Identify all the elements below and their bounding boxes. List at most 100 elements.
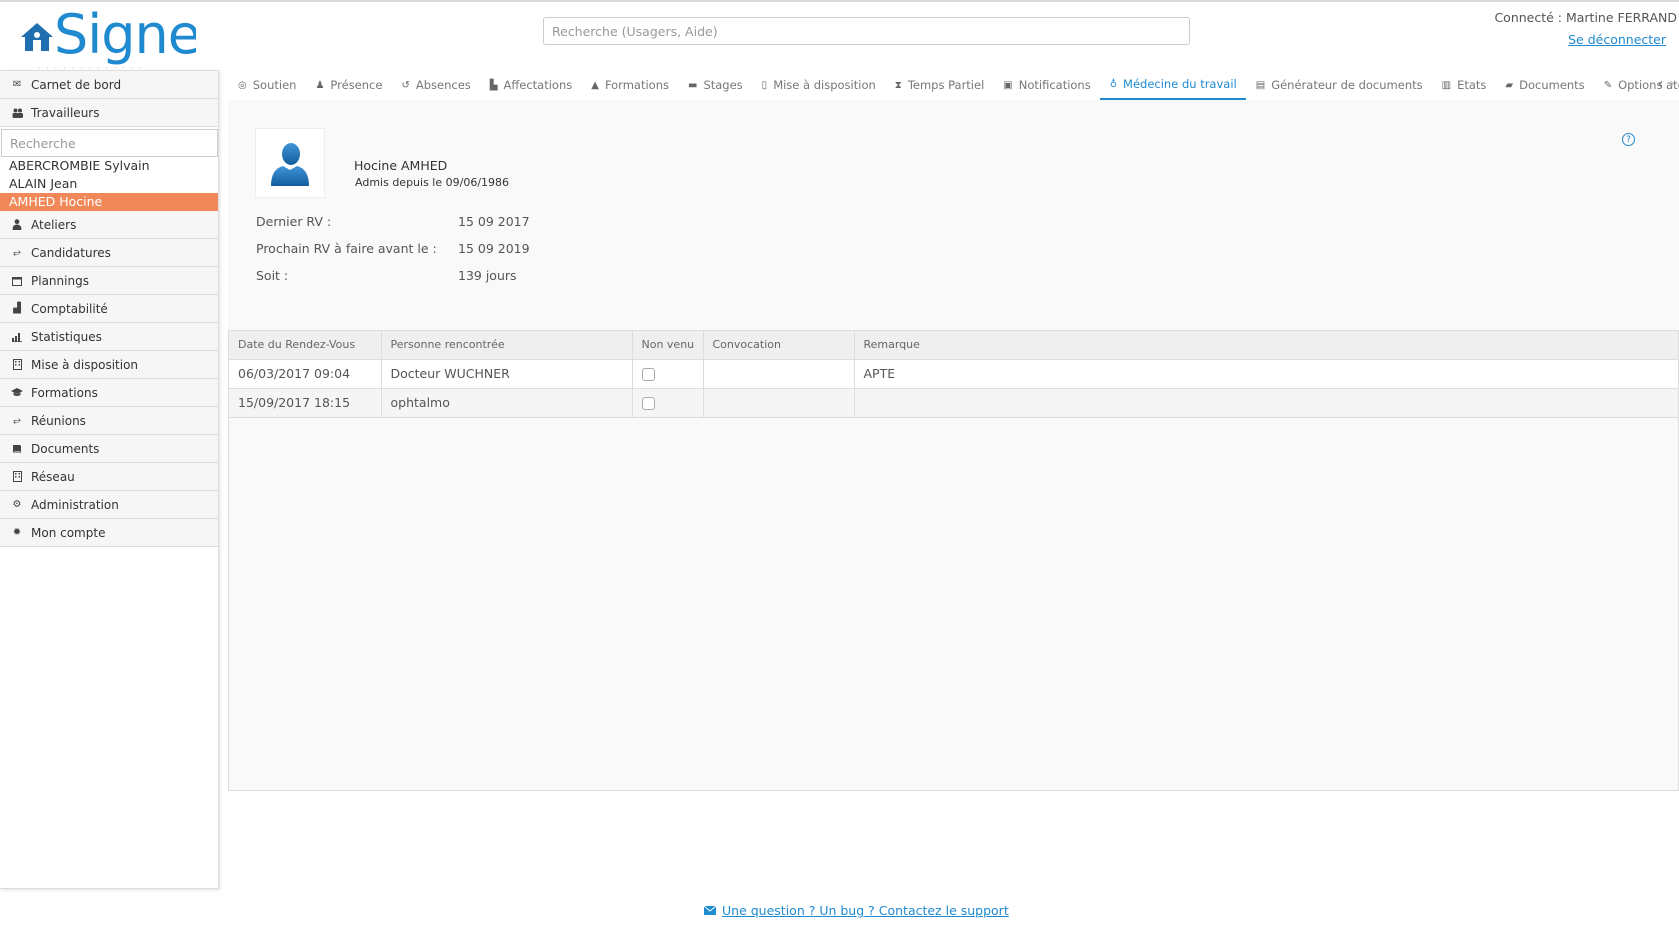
file-icon: ▤ [1255, 79, 1266, 91]
connected-user: Connecté : Martine FERRAND [1494, 10, 1677, 25]
sidebar-item-label: Travailleurs [31, 105, 100, 120]
tab-label: Médecine du travail [1123, 77, 1237, 91]
tab-label: Soutien [252, 78, 297, 92]
sidebar-item-formations[interactable]: Formations [0, 379, 218, 407]
sidebar-item-comptabilite[interactable]: ▟ Comptabilité [0, 295, 218, 323]
sidebar-item-label: Administration [31, 497, 119, 512]
handshake-icon: ⥂ [13, 415, 21, 426]
tab-label: Formations [604, 78, 669, 92]
tab-label: Temps Partiel [907, 78, 985, 92]
book-icon [10, 442, 24, 456]
rv-person: ophtalmo [381, 388, 633, 418]
sidebar-item-carnet-de-bord[interactable]: ✉ Carnet de bord [0, 71, 218, 99]
sidebar-item-travailleurs[interactable]: Travailleurs [0, 99, 218, 127]
tab-bar: ◎ Soutien ♟ Présence ↺ Absences ▙ Affectatio… [228, 70, 1679, 100]
sidebar-item-documents[interactable]: Documents [0, 435, 218, 463]
column-header[interactable]: Non venu [632, 331, 704, 360]
house-icon [21, 23, 53, 51]
sidebar: ✉ Carnet de bord Travailleurs ABERCROMBI… [0, 70, 219, 889]
calculator-icon: ▟ [13, 303, 21, 314]
admission-date: Admis depuis le 09/06/1986 [355, 176, 510, 189]
sidebar-item-mon-compte[interactable]: ✹ Mon compte [0, 519, 218, 547]
sidebar-item-statistiques[interactable]: Statistiques [0, 323, 218, 351]
support-link[interactable]: Une question ? Un bug ? Contactez le sup… [722, 903, 1009, 918]
sidebar-item-label: Formations [31, 385, 98, 400]
tab-scroll-arrows: ‹ › [1658, 76, 1675, 92]
sidebar-item-ateliers[interactable]: Ateliers [0, 211, 218, 239]
tab-label: Affectations [503, 78, 573, 92]
chevron-left-icon[interactable]: ‹ [1658, 76, 1664, 92]
calendar-icon: ▣ [1003, 79, 1013, 91]
column-header[interactable]: Remarque [854, 331, 1678, 360]
sidebar-item-plannings[interactable]: Plannings [0, 267, 218, 295]
global-search-input[interactable] [543, 17, 1190, 45]
table-row[interactable]: 06/03/2017 09:04 Docteur WUCHNER APTE [229, 359, 1678, 389]
next-rv-value: 15 09 2019 [458, 241, 530, 256]
tab-label: Absences [415, 78, 471, 92]
worker-item-selected[interactable]: AMHED Hocine [0, 193, 218, 211]
column-header[interactable]: Date du Rendez-Vous [229, 331, 382, 360]
tab-soutien[interactable]: ◎ Soutien [228, 70, 305, 100]
industry-icon: ▙ [489, 79, 498, 91]
sidebar-item-administration[interactable]: ⚙ Administration [0, 491, 218, 519]
tab-formations[interactable]: ▲ Formations [581, 70, 678, 100]
soit-label: Soit : [256, 268, 289, 283]
user-silhouette-icon [271, 143, 309, 186]
tab-label: Documents [1519, 78, 1585, 92]
help-icon[interactable]: ? [1622, 133, 1635, 146]
users-icon [10, 106, 24, 120]
sidebar-item-reseau[interactable]: Réseau [0, 463, 218, 491]
sidebar-item-candidatures[interactable]: ⥂ Candidatures [0, 239, 218, 267]
sidebar-item-label: Plannings [31, 273, 89, 288]
sidebar-item-label: Réseau [31, 469, 75, 484]
chevron-right-icon[interactable]: › [1669, 76, 1675, 92]
no-show-checkbox[interactable] [641, 397, 655, 410]
tab-stages[interactable]: ▬ Stages [678, 70, 752, 100]
app-logo[interactable]: Signe · · · · · · · · · · · · · [12, 4, 196, 70]
tab-label: Stages [703, 78, 743, 92]
rv-date: 06/03/2017 09:04 [229, 359, 382, 389]
column-header[interactable]: Convocation [703, 331, 855, 360]
tab-label: Présence [330, 78, 383, 92]
graduation-cap-icon [10, 386, 24, 400]
tab-absences[interactable]: ↺ Absences [391, 70, 479, 100]
hourglass-icon: ⧗ [894, 79, 902, 91]
sidebar-item-label: Réunions [31, 413, 86, 428]
tab-label: Notifications [1018, 78, 1091, 92]
wrench-icon: ✎ [1603, 79, 1613, 91]
no-show-cell [632, 359, 704, 389]
tab-etats[interactable]: ▥ Etats [1432, 70, 1496, 100]
life-ring-icon: ◎ [238, 79, 247, 91]
rv-remark: APTE [854, 359, 1678, 389]
tab-medecine-du-travail[interactable]: ♁ Médecine du travail [1099, 70, 1246, 100]
table-row[interactable]: 15/09/2017 18:15 ophtalmo [229, 388, 1678, 418]
rv-remark [854, 388, 1678, 418]
top-border [0, 0, 1679, 2]
tab-temps-partiel[interactable]: ⧗ Temps Partiel [885, 70, 994, 100]
sidebar-item-mise-a-disposition[interactable]: Mise à disposition [0, 351, 218, 379]
tab-documents[interactable]: ▰ Documents [1495, 70, 1593, 100]
no-show-checkbox[interactable] [641, 368, 655, 381]
soit-value: 139 jours [458, 268, 517, 283]
tab-notifications[interactable]: ▣ Notifications [993, 70, 1099, 100]
tab-generateur-de-documents[interactable]: ▤ Générateur de documents [1246, 70, 1432, 100]
gear-icon: ✹ [12, 527, 22, 538]
sidebar-item-label: Ateliers [31, 217, 77, 232]
calendar-icon [10, 274, 24, 288]
logo-text: Signe [54, 4, 196, 66]
worker-item[interactable]: ABERCROMBIE Sylvain [0, 157, 218, 175]
person-name: Hocine AMHED [354, 158, 448, 173]
worker-item[interactable]: ALAIN Jean [0, 175, 218, 193]
tab-presence[interactable]: ♟ Présence [305, 70, 391, 100]
column-header[interactable]: Personne rencontrée [381, 331, 633, 360]
tab-mise-a-disposition[interactable]: ▯ Mise à disposition [752, 70, 885, 100]
logout-link[interactable]: Se déconnecter [1568, 32, 1666, 47]
sidebar-item-reunions[interactable]: ⥂ Réunions [0, 407, 218, 435]
tab-affectations[interactable]: ▙ Affectations [480, 70, 581, 100]
sidebar-item-label: Documents [31, 441, 100, 456]
handshake-icon: ⥂ [13, 247, 21, 258]
worker-search-input[interactable] [1, 129, 218, 157]
last-rv-label: Dernier RV : [256, 214, 332, 229]
rv-convocation [703, 388, 855, 418]
sidebar-item-label: Statistiques [31, 329, 102, 344]
